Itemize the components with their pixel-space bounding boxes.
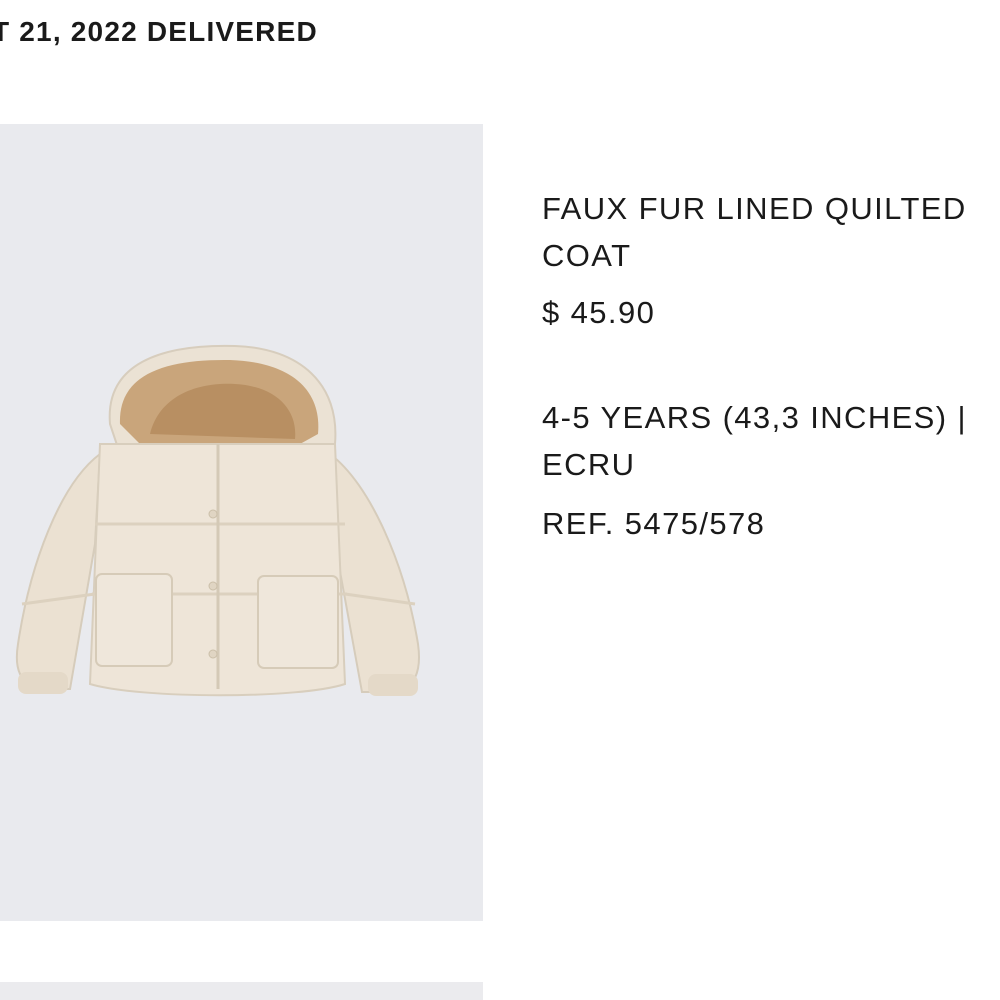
product-name[interactable]: FAUX FUR LINED QUILTED COAT: [542, 185, 992, 279]
product-price: $ 45.90: [542, 295, 656, 330]
order-status: T 21, 2022 DELIVERED: [0, 16, 318, 47]
product-variant: 4-5 YEARS (43,3 INCHES) | ECRU: [542, 400, 967, 482]
coat-illustration: [15, 344, 420, 697]
product-image[interactable]: [0, 124, 483, 921]
product-reference: REF. 5475/578: [542, 506, 766, 541]
product-info: FAUX FUR LINED QUILTED COAT $ 45.90 4-5 …: [542, 185, 992, 547]
next-product-image[interactable]: [0, 982, 483, 1000]
